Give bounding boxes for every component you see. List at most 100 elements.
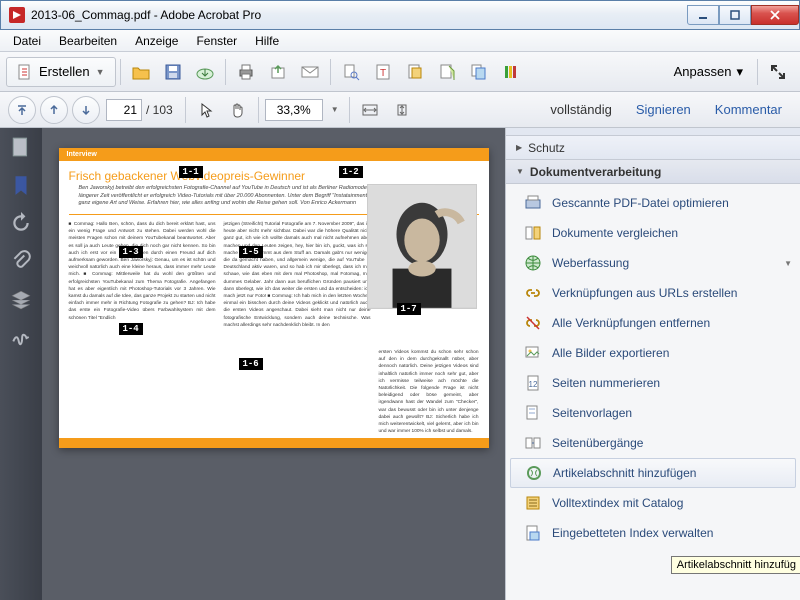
email-button[interactable] — [295, 57, 325, 87]
copy-icon — [470, 63, 488, 81]
menu-hilfe[interactable]: Hilfe — [246, 32, 288, 50]
scanner-icon — [524, 194, 542, 212]
menu-bearbeiten[interactable]: Bearbeiten — [50, 32, 126, 50]
minimize-button[interactable] — [687, 5, 719, 25]
fullscreen-button[interactable] — [763, 57, 793, 87]
tool-item-fulltext-index[interactable]: Volltextindex mit Catalog — [506, 488, 800, 518]
sign-link[interactable]: Signieren — [624, 96, 703, 123]
tool-a-button[interactable] — [400, 57, 430, 87]
tool-item-page-transitions[interactable]: Seitenübergänge — [506, 428, 800, 458]
cloud-icon — [195, 64, 215, 80]
layers-icon[interactable] — [10, 288, 32, 310]
image-export-icon — [524, 344, 542, 362]
prev-page-button[interactable] — [40, 96, 68, 124]
article-column-3: ersten Videos kommst du schon sehr schon… — [379, 349, 479, 435]
tool-item-embedded-index[interactable]: Eingebetteten Index verwalten — [506, 518, 800, 548]
signatures-icon[interactable] — [10, 326, 32, 348]
page-number-icon: 12 — [524, 374, 542, 392]
create-icon — [17, 64, 33, 80]
page-footer-bar — [59, 438, 489, 448]
save-button[interactable] — [158, 57, 188, 87]
page-number-input[interactable] — [106, 99, 142, 121]
select-tool-button[interactable] — [191, 95, 221, 125]
article-add-icon — [525, 464, 543, 482]
template-icon — [524, 404, 542, 422]
toolbar-nav: / 103 ▼ vollständig Signieren Kommentar — [0, 92, 800, 128]
tool-item-optimize-scan[interactable]: Gescannte PDF-Datei optimieren — [506, 188, 800, 218]
window-titlebar: 2013-06_Commag.pdf - Adobe Acrobat Pro — [0, 0, 800, 30]
tools-list: Gescannte PDF-Datei optimieren Dokumente… — [506, 184, 800, 600]
menu-fenster[interactable]: Fenster — [187, 32, 246, 50]
color-button[interactable] — [496, 57, 526, 87]
article-photo — [367, 184, 477, 309]
comment-link[interactable]: Kommentar — [703, 96, 794, 123]
page-section-header: Interview — [59, 148, 489, 161]
tool-item-webcapture[interactable]: Weberfassung▼ — [506, 248, 800, 278]
tool-b-button[interactable] — [432, 57, 462, 87]
zoom-dropdown-button[interactable]: ▼ — [326, 95, 344, 125]
create-label: Erstellen — [39, 64, 90, 79]
search-button[interactable] — [336, 57, 366, 87]
catalog-icon — [524, 494, 542, 512]
thumbnails-icon[interactable] — [10, 136, 32, 158]
create-button[interactable]: Erstellen ▼ — [6, 57, 116, 87]
share-icon — [269, 63, 287, 81]
tools-link[interactable]: vollständig — [538, 96, 623, 123]
triangle-right-icon: ▶ — [516, 143, 522, 152]
dropdown-arrow-icon: ▾ — [736, 64, 743, 80]
floppy-icon — [164, 63, 182, 81]
tool-item-number-pages[interactable]: 12Seiten nummerieren — [506, 368, 800, 398]
globe-icon — [524, 254, 542, 272]
app-icon — [9, 7, 25, 23]
page-search-icon — [342, 63, 360, 81]
tool-item-page-templates[interactable]: Seitenvorlagen — [506, 398, 800, 428]
share-button[interactable] — [263, 57, 293, 87]
chevron-right-icon: ▼ — [784, 259, 792, 268]
insert-page-icon — [438, 63, 456, 81]
customize-button[interactable]: Anpassen ▾ — [664, 60, 753, 84]
next-page-button[interactable] — [72, 96, 100, 124]
printer-icon — [237, 63, 255, 81]
attachments-icon[interactable] — [10, 250, 32, 272]
maximize-button[interactable] — [719, 5, 751, 25]
svg-text:12: 12 — [529, 380, 538, 389]
document-viewport[interactable]: Interview Frisch gebackener Webvideoprei… — [42, 128, 505, 600]
expand-icon — [769, 63, 787, 81]
fit-page-icon — [393, 103, 411, 117]
close-button[interactable] — [751, 5, 799, 25]
panel-section-schutz[interactable]: ▶Schutz — [506, 136, 800, 160]
window-title: 2013-06_Commag.pdf - Adobe Acrobat Pro — [31, 8, 261, 22]
tool-item-create-links[interactable]: Verknüpfungen aus URLs erstellen — [506, 278, 800, 308]
hand-icon — [230, 102, 246, 118]
arrow-down-icon — [80, 104, 92, 116]
open-button[interactable] — [126, 57, 156, 87]
cloud-button[interactable] — [190, 57, 220, 87]
print-button[interactable] — [231, 57, 261, 87]
zoom-input[interactable] — [265, 99, 323, 121]
bookmarks-icon[interactable] — [10, 174, 32, 196]
link-add-icon — [524, 284, 542, 302]
envelope-icon — [300, 65, 320, 79]
tool-item-remove-links[interactable]: Alle Verknüpfungen entfernen — [506, 308, 800, 338]
left-nav-panel — [0, 128, 42, 600]
menu-bar: Datei Bearbeiten Anzeige Fenster Hilfe — [0, 30, 800, 52]
first-page-button[interactable] — [8, 96, 36, 124]
embedded-index-icon — [524, 524, 542, 542]
tooltip: Artikelabschnitt hinzufüg — [671, 556, 800, 574]
menu-anzeige[interactable]: Anzeige — [126, 32, 187, 50]
ocr-button[interactable]: T — [368, 57, 398, 87]
article-marker: 1-1 — [179, 166, 203, 178]
fit-width-icon — [361, 103, 379, 117]
menu-datei[interactable]: Datei — [4, 32, 50, 50]
text-recognition-icon: T — [374, 63, 392, 81]
refresh-icon[interactable] — [10, 212, 32, 234]
fit-width-button[interactable] — [355, 95, 385, 125]
article-marker: 1-3 — [119, 246, 143, 258]
panel-section-dokv[interactable]: ▼Dokumentverarbeitung — [506, 160, 800, 184]
copy-button[interactable] — [464, 57, 494, 87]
hand-tool-button[interactable] — [223, 95, 253, 125]
tool-item-add-article[interactable]: Artikelabschnitt hinzufügen — [510, 458, 796, 488]
fit-page-button[interactable] — [387, 95, 417, 125]
tool-item-export-images[interactable]: Alle Bilder exportieren — [506, 338, 800, 368]
tool-item-compare[interactable]: Dokumente vergleichen — [506, 218, 800, 248]
